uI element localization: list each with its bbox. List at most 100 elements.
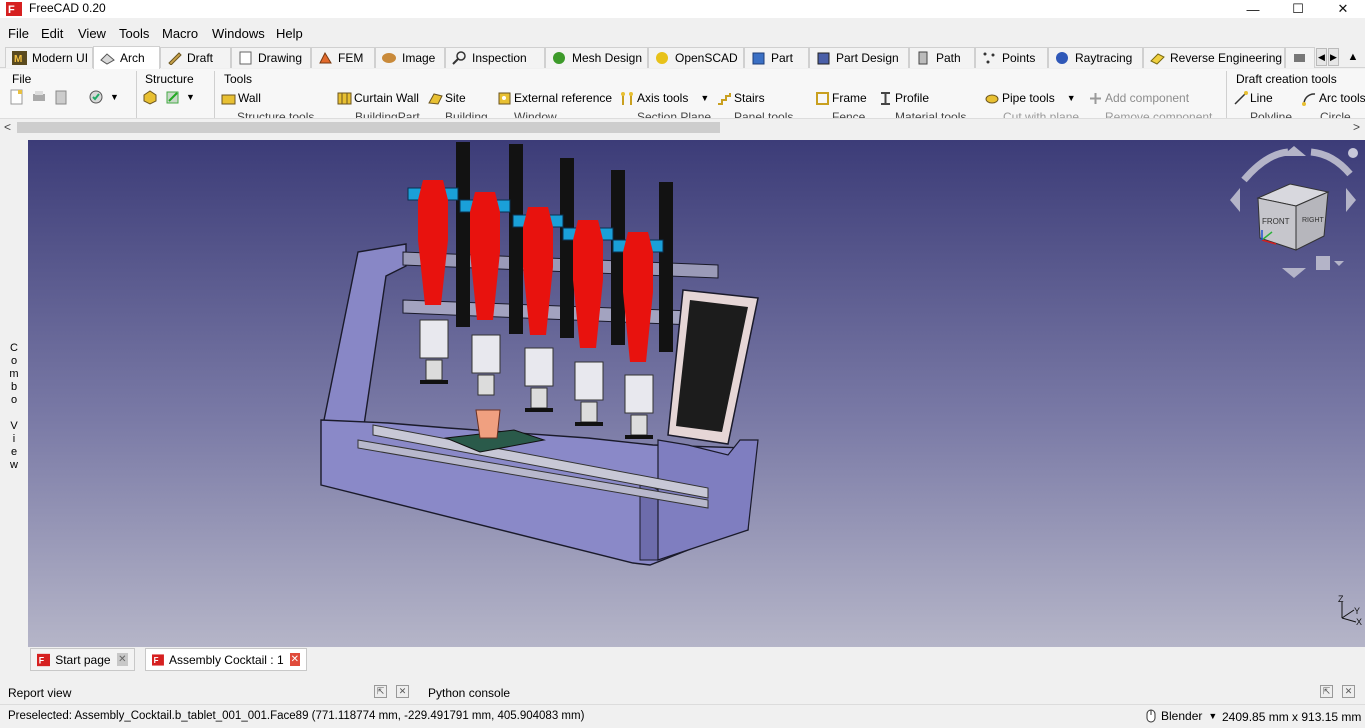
tab-image[interactable]: Image <box>375 47 445 68</box>
doc-tab-assembly-cocktail[interactable]: F Assembly Cocktail : 1 ✕ <box>145 648 307 671</box>
part-icon <box>752 52 765 65</box>
pipe-tools-tool[interactable]: Pipe tools ▼ <box>985 90 1076 106</box>
polyline-tool[interactable]: Polyline <box>1250 110 1292 118</box>
remove-component-tool[interactable]: Remove component <box>1105 110 1212 118</box>
wall-tool[interactable]: Wall <box>221 90 261 106</box>
tab-path[interactable]: Path <box>909 47 975 68</box>
frame-tool[interactable]: Frame <box>815 90 867 106</box>
python-console-title[interactable]: Python console <box>428 686 510 700</box>
menu-help[interactable]: Help <box>276 26 303 41</box>
view-menu-cube-icon[interactable] <box>1316 256 1330 270</box>
maximize-button[interactable]: ☐ <box>1275 0 1321 18</box>
toolbar-ribbon: File ▼ Structure ▼ Tools Wall Curtain Wa… <box>0 69 1365 119</box>
view-menu-dropdown-icon[interactable] <box>1334 261 1344 266</box>
building-part-tool[interactable]: BuildingPart <box>355 110 420 118</box>
arc-tools-tool[interactable]: Arc tools <box>1302 90 1365 106</box>
navigation-cube[interactable]: FRONT RIGHT <box>1230 146 1358 278</box>
tab-scroll-left-button[interactable]: ◀ <box>1316 48 1327 66</box>
stairs-tool[interactable]: Stairs <box>717 90 765 106</box>
tab-modern-ui[interactable]: M Modern UI <box>5 47 93 68</box>
doc-tab-start-page[interactable]: F Start page ✕ <box>30 648 135 671</box>
cut-with-plane-tool[interactable]: Cut with plane <box>1003 110 1079 118</box>
inspection-icon <box>452 51 466 65</box>
combo-view-panel[interactable]: Combo View <box>0 140 28 647</box>
tab-raytracing[interactable]: Raytracing <box>1048 47 1143 68</box>
window-title: FreeCAD 0.20 <box>29 1 106 15</box>
fence-tool[interactable]: Fence <box>832 110 865 118</box>
navigation-dropdown-icon[interactable]: ▼ <box>1208 711 1217 721</box>
curtain-wall-tool[interactable]: Curtain Wall <box>337 90 419 106</box>
navigation-style-selector[interactable]: Blender ▼ <box>1145 709 1217 723</box>
close-panel-icon[interactable]: ✕ <box>396 685 409 698</box>
rebar-icon[interactable] <box>165 89 181 105</box>
3d-viewport[interactable]: FRONT RIGHT Z Y X <box>28 140 1365 647</box>
tab-scroll-right-button[interactable]: ▶ <box>1328 48 1339 66</box>
tab-part[interactable]: Part <box>744 47 809 68</box>
profile-tool[interactable]: Profile <box>878 90 929 106</box>
float-panel-icon[interactable]: ⇱ <box>1320 685 1333 698</box>
close-tab-icon[interactable]: ✕ <box>116 653 128 666</box>
external-reference-label: External reference <box>514 91 613 105</box>
clipboard-icon[interactable] <box>53 89 69 105</box>
tab-part-design[interactable]: Part Design <box>809 47 909 68</box>
scrollbar-thumb[interactable] <box>17 122 720 133</box>
building-tool[interactable]: Building <box>445 110 488 118</box>
collapse-toolbar-button[interactable]: ▲ <box>1346 48 1360 66</box>
combo-view-label[interactable]: Combo View <box>9 342 19 472</box>
print-icon[interactable] <box>31 89 47 105</box>
minimize-button[interactable]: — <box>1230 0 1276 18</box>
add-component-tool[interactable]: Add component <box>1088 90 1189 106</box>
structure-icon[interactable] <box>142 89 158 105</box>
model-render[interactable]: FRONT RIGHT Z Y X <box>28 140 1365 647</box>
new-document-icon[interactable] <box>9 89 25 105</box>
pipe-tools-dropdown-icon[interactable]: ▼ <box>1067 93 1076 103</box>
material-tools-tool[interactable]: Material tools <box>895 110 966 118</box>
menu-view[interactable]: View <box>78 26 106 41</box>
tab-arch[interactable]: Arch <box>93 46 160 69</box>
circle-tool[interactable]: Circle <box>1320 110 1351 118</box>
tab-overflow[interactable] <box>1285 47 1315 68</box>
tab-draft[interactable]: Draft <box>160 47 231 68</box>
site-tool[interactable]: Site <box>428 90 466 106</box>
toolbar-scrollbar[interactable]: < > <box>0 119 1365 136</box>
external-reference-icon <box>498 92 511 104</box>
tab-reverse-engineering[interactable]: Reverse Engineering <box>1143 47 1285 68</box>
axis-tools-tool[interactable]: Axis tools ▼ <box>620 90 709 106</box>
nav-down-arrow-icon[interactable] <box>1282 268 1306 278</box>
panel-tools-tool[interactable]: Panel tools <box>734 110 793 118</box>
nav-left-arrow-icon[interactable] <box>1230 188 1240 212</box>
axis-tools-dropdown-icon[interactable]: ▼ <box>700 93 709 103</box>
scroll-left-arrow-icon[interactable]: < <box>4 120 11 134</box>
menu-file[interactable]: File <box>8 26 29 41</box>
menu-tools[interactable]: Tools <box>119 26 149 41</box>
nav-menu-icon[interactable] <box>1348 148 1358 158</box>
close-panel-icon[interactable]: ✕ <box>1342 685 1355 698</box>
menu-windows[interactable]: Windows <box>212 26 265 41</box>
menu-macro[interactable]: Macro <box>162 26 198 41</box>
group-separator <box>136 71 137 118</box>
menu-edit[interactable]: Edit <box>41 26 63 41</box>
structure-dropdown-icon[interactable]: ▼ <box>186 92 195 102</box>
tab-openscad[interactable]: OpenSCAD <box>648 47 744 68</box>
report-view-title[interactable]: Report view <box>8 686 71 700</box>
scroll-right-arrow-icon[interactable]: > <box>1353 120 1360 134</box>
refresh-dropdown-icon[interactable]: ▼ <box>110 92 119 102</box>
line-icon <box>1234 90 1248 105</box>
tab-points[interactable]: Points <box>975 47 1048 68</box>
nav-right-arrow-icon[interactable] <box>1346 188 1356 212</box>
close-button[interactable]: ✕ <box>1320 0 1365 18</box>
section-plane-tool[interactable]: Section Plane <box>637 110 711 118</box>
window-tool[interactable]: Window <box>514 110 557 118</box>
external-reference-tool[interactable]: External reference <box>497 90 612 106</box>
tab-inspection[interactable]: Inspection <box>445 47 545 68</box>
rotate-left-arrow-icon[interactable] <box>1241 148 1289 183</box>
close-tab-icon[interactable]: ✕ <box>289 653 300 666</box>
float-panel-icon[interactable]: ⇱ <box>374 685 387 698</box>
structure-tools-tool[interactable]: Structure tools <box>237 110 314 118</box>
refresh-check-icon[interactable] <box>88 89 104 105</box>
tab-fem[interactable]: FEM <box>311 47 375 68</box>
line-tool[interactable]: Line <box>1233 90 1273 106</box>
rotate-right-arrow-icon[interactable] <box>1310 148 1353 177</box>
tab-drawing[interactable]: Drawing <box>231 47 311 68</box>
tab-mesh-design[interactable]: Mesh Design <box>545 47 648 68</box>
